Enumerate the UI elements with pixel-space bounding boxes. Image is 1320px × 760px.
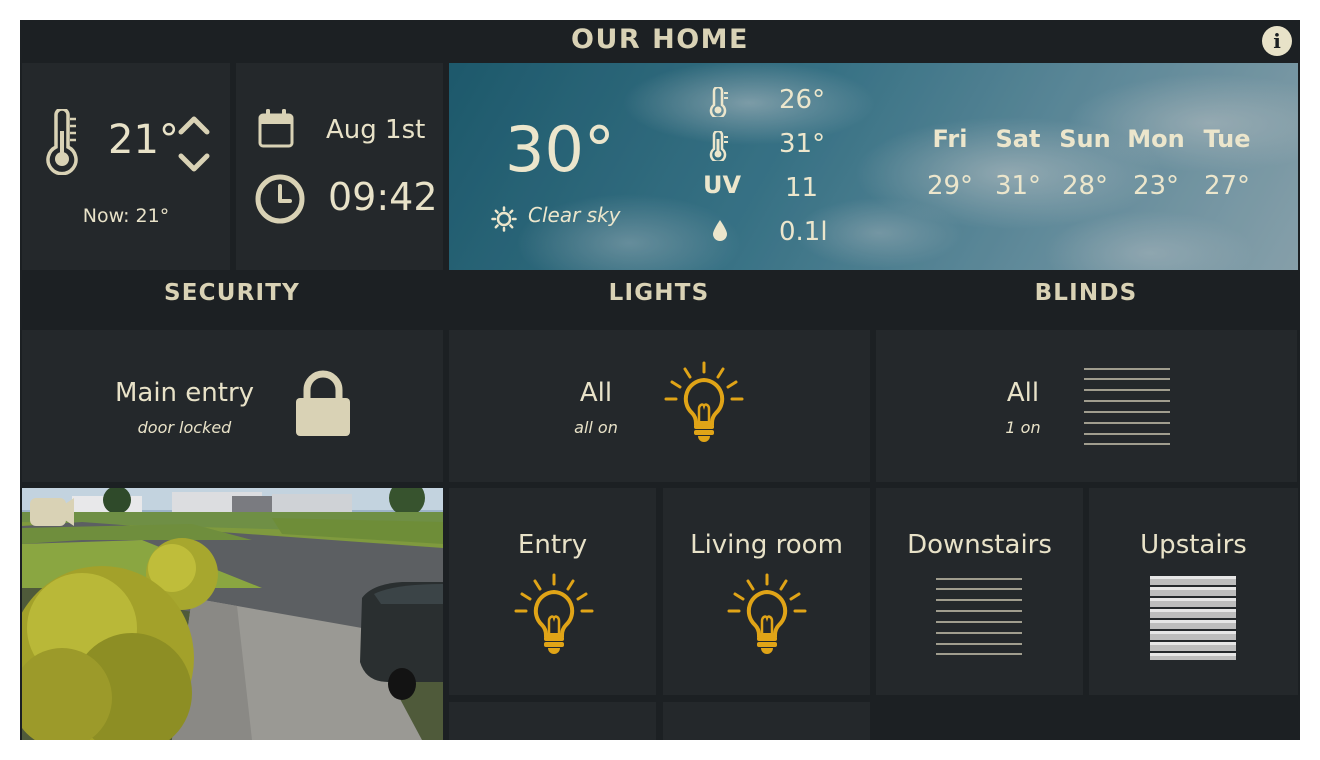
calendar-icon bbox=[258, 109, 294, 148]
datetime-tile: Aug 1st 09:42 bbox=[236, 63, 443, 270]
forecast-temp: 27° bbox=[1203, 171, 1251, 201]
video-camera-icon bbox=[30, 498, 74, 526]
forecast-temp: 29° bbox=[926, 171, 974, 201]
page-title: OUR HOME bbox=[571, 24, 749, 55]
lightbulb-icon bbox=[514, 573, 594, 654]
time-text: 09:42 bbox=[328, 175, 438, 219]
blinds-downstairs-label: Downstairs bbox=[907, 530, 1052, 560]
light-tile-partial[interactable] bbox=[449, 702, 656, 740]
light-living-room-label: Living room bbox=[690, 530, 843, 560]
forecast-day: Sat bbox=[995, 125, 1041, 153]
thermostat-setpoint: 21° bbox=[108, 117, 179, 163]
uv-label: UV bbox=[703, 171, 742, 199]
lightbulb-icon bbox=[664, 361, 744, 442]
weather-temperature: 30° bbox=[505, 113, 615, 186]
forecast-temp: 23° bbox=[1132, 171, 1180, 201]
blinds-upstairs-tile[interactable]: Upstairs bbox=[1089, 488, 1298, 695]
lightbulb-icon bbox=[727, 573, 807, 654]
blinds-open-icon bbox=[936, 578, 1022, 655]
weather-temp-low: 26° bbox=[779, 85, 826, 115]
forecast-day: Mon bbox=[1127, 125, 1185, 153]
blinds-downstairs-tile[interactable]: Downstairs bbox=[876, 488, 1083, 695]
blinds-closed-icon bbox=[1150, 576, 1236, 660]
lock-icon bbox=[296, 370, 350, 436]
blinds-all-status: 1 on bbox=[1005, 418, 1041, 437]
forecast-temp: 31° bbox=[994, 171, 1042, 201]
raindrop-icon bbox=[713, 220, 727, 241]
lights-all-label: All bbox=[579, 378, 613, 408]
thermometer-high-icon bbox=[709, 131, 728, 161]
uv-index: 11 bbox=[785, 173, 819, 203]
forecast-day: Sun bbox=[1059, 125, 1111, 153]
lights-all-status: all on bbox=[574, 418, 618, 437]
light-entry-tile[interactable]: Entry bbox=[449, 488, 656, 695]
light-entry-label: Entry bbox=[517, 530, 588, 560]
info-button[interactable]: i bbox=[1262, 26, 1292, 56]
blinds-upstairs-label: Upstairs bbox=[1140, 530, 1247, 560]
blinds-all-tile[interactable]: All 1 on bbox=[876, 330, 1297, 482]
rain-amount: 0.1l bbox=[779, 217, 828, 247]
weather-condition: Clear sky bbox=[528, 203, 621, 227]
blinds-open-icon bbox=[1084, 368, 1170, 445]
section-header-security: SECURITY bbox=[163, 280, 301, 306]
thermometer-icon bbox=[46, 109, 78, 175]
main-entry-lock-tile[interactable]: Main entry door locked bbox=[22, 330, 443, 482]
thermometer-low-icon bbox=[709, 87, 728, 117]
lock-label: Main entry bbox=[114, 378, 255, 408]
chevron-down-icon[interactable] bbox=[178, 153, 210, 175]
light-living-room-tile[interactable]: Living room bbox=[663, 488, 870, 695]
lock-status: door locked bbox=[137, 418, 232, 437]
current-temperature: Now: 21° bbox=[82, 205, 170, 227]
section-header-blinds: BLINDS bbox=[1034, 280, 1138, 306]
dashboard: OUR HOME i 21° Now: 21° Aug 1st 09:42 30… bbox=[20, 20, 1300, 740]
camera-feed[interactable] bbox=[22, 488, 443, 740]
sun-icon bbox=[491, 206, 517, 232]
thermostat-tile: 21° Now: 21° bbox=[22, 63, 230, 270]
date-text: Aug 1st bbox=[326, 115, 426, 145]
camera-image bbox=[22, 488, 443, 740]
forecast-day: Fri bbox=[932, 125, 968, 153]
weather-tile: 30° Clear sky 26° 31° UV 11 0.1l Fri 29°… bbox=[449, 63, 1298, 270]
chevron-up-icon[interactable] bbox=[178, 113, 210, 135]
light-tile-partial[interactable] bbox=[663, 702, 870, 740]
blinds-all-label: All bbox=[1006, 378, 1040, 408]
lights-all-tile[interactable]: All all on bbox=[449, 330, 870, 482]
section-header-lights: LIGHTS bbox=[608, 280, 710, 306]
forecast-temp: 28° bbox=[1061, 171, 1109, 201]
weather-temp-high: 31° bbox=[779, 129, 826, 159]
top-bar: OUR HOME i bbox=[20, 20, 1300, 60]
forecast-day: Tue bbox=[1203, 125, 1251, 153]
clock-icon bbox=[255, 174, 305, 224]
